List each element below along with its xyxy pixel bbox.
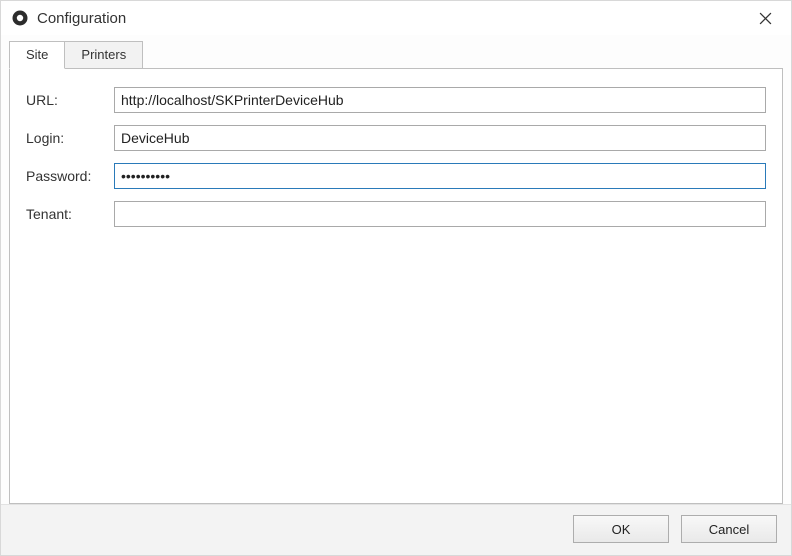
- client-area: Site Printers URL: Login: Password: Tena…: [1, 35, 791, 504]
- tab-site[interactable]: Site: [9, 41, 65, 69]
- app-icon: [11, 9, 29, 27]
- tab-strip: Site Printers: [9, 41, 783, 69]
- tab-printers-label: Printers: [81, 47, 126, 62]
- url-label: URL:: [26, 92, 114, 108]
- url-input[interactable]: [114, 87, 766, 113]
- url-row: URL:: [26, 87, 766, 113]
- dialog-footer: OK Cancel: [1, 504, 791, 555]
- login-label: Login:: [26, 130, 114, 146]
- tenant-input[interactable]: [114, 201, 766, 227]
- titlebar-left: Configuration: [11, 9, 126, 27]
- window-title: Configuration: [37, 10, 126, 27]
- site-panel: URL: Login: Password: Tenant:: [9, 68, 783, 504]
- cancel-button[interactable]: Cancel: [681, 515, 777, 543]
- password-row: Password:: [26, 163, 766, 189]
- ok-button[interactable]: OK: [573, 515, 669, 543]
- close-button[interactable]: [751, 7, 779, 29]
- login-row: Login:: [26, 125, 766, 151]
- password-input[interactable]: [114, 163, 766, 189]
- password-label: Password:: [26, 168, 114, 184]
- configuration-window: Configuration Site Printers URL: Logi: [0, 0, 792, 556]
- tab-printers[interactable]: Printers: [64, 41, 143, 69]
- login-input[interactable]: [114, 125, 766, 151]
- tab-site-label: Site: [26, 47, 48, 62]
- tenant-label: Tenant:: [26, 206, 114, 222]
- close-icon: [759, 12, 772, 25]
- tenant-row: Tenant:: [26, 201, 766, 227]
- titlebar: Configuration: [1, 1, 791, 35]
